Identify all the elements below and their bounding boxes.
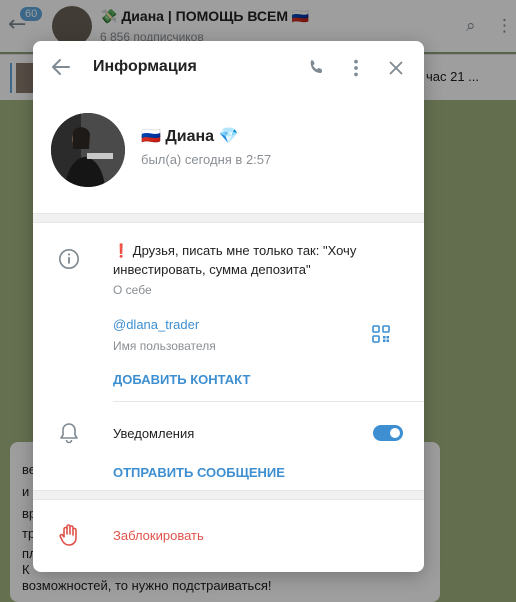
profile-section: 🇷🇺 Диана 💎 был(а) сегодня в 2:57 [33,97,424,213]
username-label: Имя пользователя [113,339,216,353]
back-arrow-icon[interactable] [49,55,73,79]
info-section: ❗ Друзья, писать мне только так: "Хочу и… [33,223,424,401]
dialog-title: Информация [93,58,197,75]
close-icon[interactable] [385,57,407,79]
more-vertical-icon[interactable] [345,57,367,79]
phone-icon[interactable] [305,57,327,79]
add-contact-button[interactable]: ДОБАВИТЬ КОНТАКТ [113,372,250,387]
qr-code-icon[interactable] [372,325,390,343]
profile-name: 🇷🇺 Диана 💎 [141,128,239,145]
block-label: Заблокировать [113,528,204,543]
block-user-button[interactable]: Заблокировать [33,500,424,570]
user-info-dialog: Информация 🇷🇺 Диана 💎 был(а) сегодня в 2… [33,41,424,572]
last-seen-status: был(а) сегодня в 2:57 [141,152,272,167]
info-icon [59,249,79,269]
notifications-label: Уведомления [113,426,195,441]
bio-text[interactable]: ❗ Друзья, писать мне только так: "Хочу и… [113,241,393,279]
notifications-section: Уведомления ОТПРАВИТЬ СООБЩЕНИЕ [33,402,424,490]
username-link[interactable]: @dlana_trader [113,317,199,332]
avatar[interactable] [51,113,125,187]
section-divider [33,213,424,223]
toggle-knob [388,426,402,440]
section-divider [33,490,424,500]
notifications-toggle[interactable] [373,425,403,441]
block-hand-icon [59,524,77,546]
dialog-header: Информация [33,41,424,97]
bell-icon [60,423,78,444]
bio-label: О себе [113,283,152,297]
send-message-button[interactable]: ОТПРАВИТЬ СООБЩЕНИЕ [113,465,285,480]
